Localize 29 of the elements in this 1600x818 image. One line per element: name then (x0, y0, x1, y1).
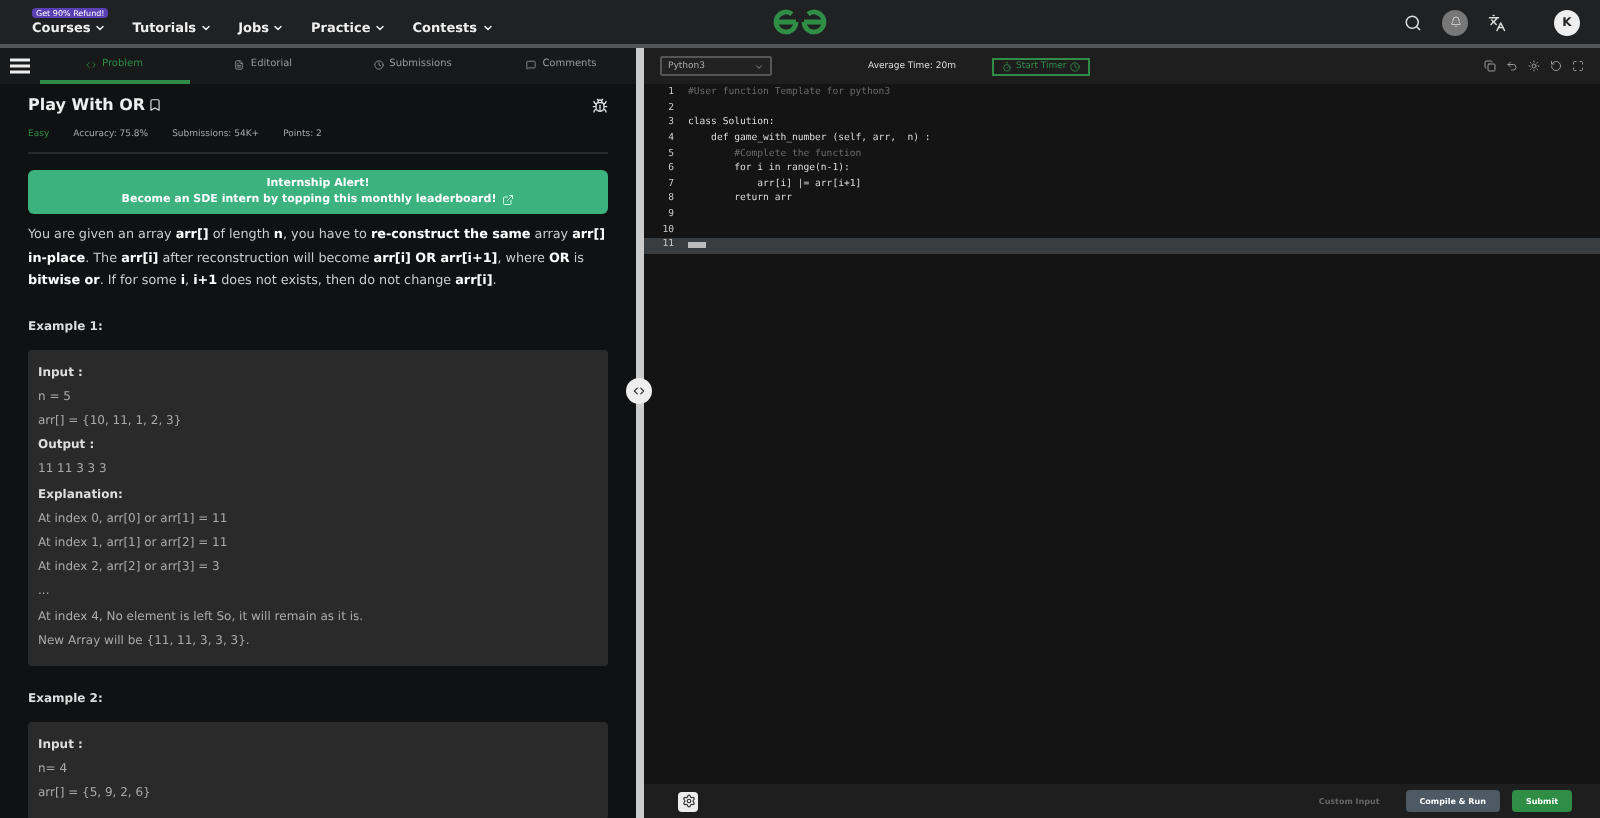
chevron-down-icon (272, 21, 285, 33)
external-link-icon (502, 194, 515, 206)
translate-icon[interactable] (1488, 13, 1506, 31)
search-icon[interactable] (1404, 13, 1422, 31)
timer-icon (1001, 61, 1012, 71)
caret-icon (754, 61, 764, 71)
chevron-down-icon (94, 21, 107, 33)
text-cursor (688, 242, 706, 249)
chevron-down-icon (200, 21, 213, 33)
notification-button[interactable] (1442, 9, 1468, 35)
bug-icon[interactable] (592, 97, 608, 113)
doc-icon (234, 59, 245, 69)
settings-button[interactable] (678, 791, 698, 811)
chevron-down-icon (374, 21, 387, 33)
sun-icon[interactable] (1528, 60, 1540, 72)
chevrons-icon (632, 384, 646, 398)
code-icon (86, 59, 97, 69)
problem-title: Play With OR (28, 96, 146, 114)
chevron-down-icon (481, 21, 494, 33)
bell-icon (1449, 16, 1461, 28)
logo-icon[interactable] (772, 8, 828, 36)
copy-icon[interactable] (1484, 60, 1496, 72)
clock-icon (1070, 61, 1081, 71)
gear-icon (681, 794, 695, 808)
undo-icon[interactable] (1506, 60, 1518, 72)
clock-icon (373, 59, 384, 69)
chat-icon (526, 59, 537, 69)
bookmark-icon[interactable] (147, 98, 162, 112)
refresh-icon[interactable] (1550, 60, 1562, 72)
